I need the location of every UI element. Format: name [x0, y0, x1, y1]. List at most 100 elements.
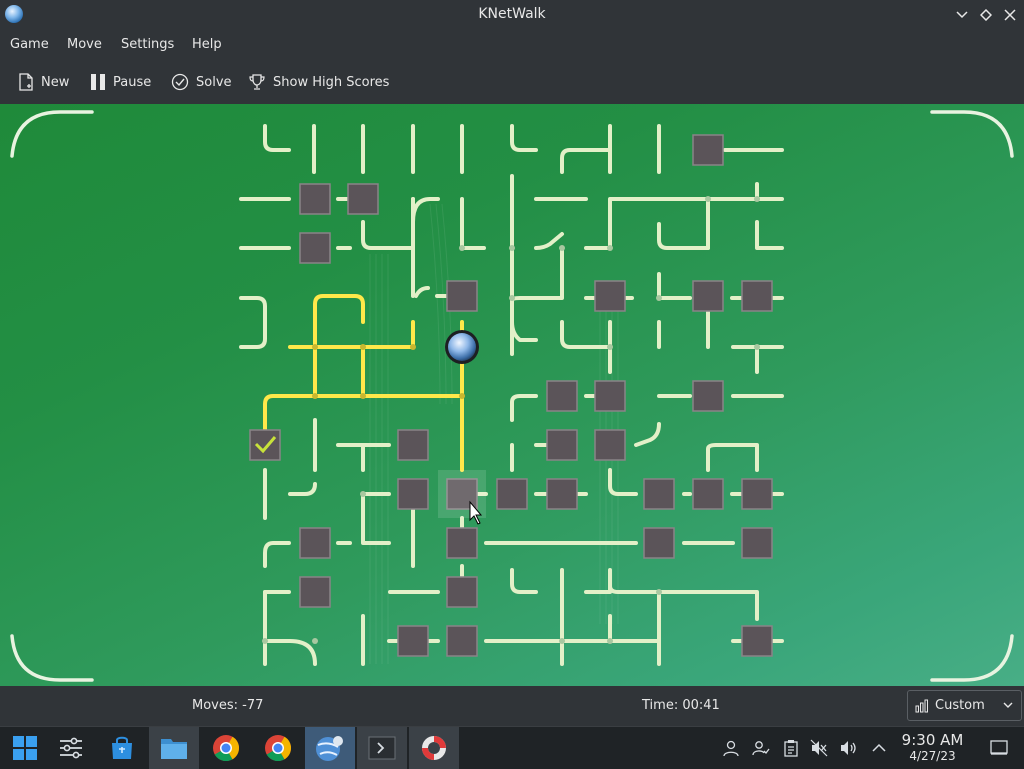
taskbar-store-app[interactable] [97, 727, 147, 769]
user-switch-icon[interactable] [750, 737, 772, 759]
taskbar-help-app[interactable] [409, 727, 459, 769]
menu-move[interactable]: Move [67, 37, 102, 52]
solve-label: Solve [196, 74, 232, 90]
taskbar-clock[interactable]: 9:30 AM 4/27/23 [895, 732, 970, 764]
terminal-node[interactable] [397, 429, 429, 461]
pipe-junction [360, 393, 366, 399]
solve-button[interactable]: Solve [171, 71, 232, 93]
menu-bar: Game Move Settings Help [0, 30, 1024, 59]
new-button[interactable]: New [18, 71, 69, 93]
pipe-segment [560, 148, 612, 174]
chrome-icon [213, 735, 240, 762]
terminal-icon [368, 736, 396, 760]
selected-cell[interactable] [438, 470, 486, 518]
pipe-segment [510, 568, 538, 594]
terminal-node[interactable] [299, 527, 331, 559]
pipe-segment [510, 394, 538, 422]
taskbar-chrome-app-2[interactable] [253, 727, 303, 769]
clipboard-icon[interactable] [780, 737, 802, 759]
terminal-node[interactable] [546, 429, 578, 461]
pipe-junction [509, 295, 515, 301]
new-document-icon [19, 73, 33, 91]
pipe-segment [755, 220, 784, 250]
speaker-muted-icon[interactable] [808, 737, 830, 759]
pipe-junction [559, 245, 565, 251]
difficulty-select[interactable]: Custom [907, 690, 1022, 721]
terminal-node[interactable] [692, 380, 724, 412]
pause-button[interactable]: Pause [90, 71, 151, 93]
toolbar: New Pause Solve Show High Scores [0, 59, 1024, 105]
pipe-segment [411, 197, 440, 224]
pipe-junction [607, 638, 613, 644]
user-icon[interactable] [720, 737, 742, 759]
terminal-node[interactable] [741, 280, 773, 312]
menu-help[interactable]: Help [192, 37, 222, 52]
terminal-node[interactable] [446, 527, 478, 559]
taskbar-settings-app[interactable] [46, 727, 96, 769]
terminal-node[interactable] [347, 183, 379, 215]
taskbar-chrome-app[interactable] [201, 727, 251, 769]
pipe-junction [360, 344, 366, 350]
menu-game[interactable]: Game [10, 37, 49, 52]
terminal-node[interactable] [741, 527, 773, 559]
start-button[interactable] [0, 727, 50, 769]
terminal-node[interactable] [397, 625, 429, 657]
terminal-node[interactable] [299, 232, 331, 264]
terminal-node[interactable] [692, 134, 724, 166]
terminal-node[interactable] [496, 478, 528, 510]
taskbar-knetwalk-app[interactable] [305, 727, 355, 769]
taskbar-files-app[interactable] [149, 727, 199, 769]
pipe-segment [534, 232, 564, 250]
pipe-segment [263, 639, 317, 666]
terminal-node[interactable] [594, 380, 626, 412]
pipe-junction [262, 638, 268, 644]
terminal-node[interactable] [692, 280, 724, 312]
maximize-button[interactable] [976, 5, 996, 25]
terminal-node[interactable] [741, 625, 773, 657]
terminal-node[interactable] [741, 478, 773, 510]
pipe-junction [312, 393, 318, 399]
pipe-junction [459, 393, 465, 399]
volume-icon[interactable] [838, 737, 860, 759]
terminal-node[interactable] [546, 380, 578, 412]
terminal-node[interactable] [299, 576, 331, 608]
pipe-junction [559, 638, 565, 644]
sliders-icon [60, 737, 82, 759]
minimize-button[interactable] [952, 5, 972, 25]
connected-terminal[interactable] [249, 429, 281, 461]
terminal-node[interactable] [299, 183, 331, 215]
terminal-node[interactable] [446, 576, 478, 608]
pipe-segment [414, 286, 430, 298]
network-grid[interactable] [0, 104, 1024, 686]
close-button[interactable] [1000, 5, 1020, 25]
pipe-junction [607, 344, 613, 350]
terminal-node[interactable] [643, 527, 675, 559]
pipe-segment [288, 320, 415, 349]
pipe-segment [510, 320, 538, 342]
chrome-icon [265, 735, 292, 762]
pipe-segment [608, 468, 638, 496]
pipe-junction [509, 245, 515, 251]
show-high-scores-label: Show High Scores [273, 74, 390, 90]
status-bar: Moves: -77 Time: 00:41 Custom [0, 686, 1024, 726]
pipe-junction [459, 245, 465, 251]
terminal-node[interactable] [692, 478, 724, 510]
terminal-node[interactable] [446, 280, 478, 312]
show-high-scores-button[interactable]: Show High Scores [248, 71, 389, 93]
terminal-node[interactable] [594, 429, 626, 461]
taskbar-terminal-app[interactable] [357, 727, 407, 769]
pipe-junction [312, 344, 318, 350]
terminal-node[interactable] [594, 280, 626, 312]
pipe-segment [263, 394, 464, 432]
time-counter: Time: 00:41 [642, 698, 720, 713]
pipe-junction [754, 196, 760, 202]
terminal-node[interactable] [446, 625, 478, 657]
menu-settings[interactable]: Settings [121, 37, 174, 52]
server-node[interactable] [445, 330, 479, 364]
terminal-node[interactable] [643, 478, 675, 510]
terminal-node[interactable] [546, 478, 578, 510]
chevron-up-icon[interactable] [868, 737, 890, 759]
game-board[interactable] [0, 104, 1024, 686]
show-desktop-icon[interactable] [988, 737, 1010, 759]
terminal-node[interactable] [397, 478, 429, 510]
